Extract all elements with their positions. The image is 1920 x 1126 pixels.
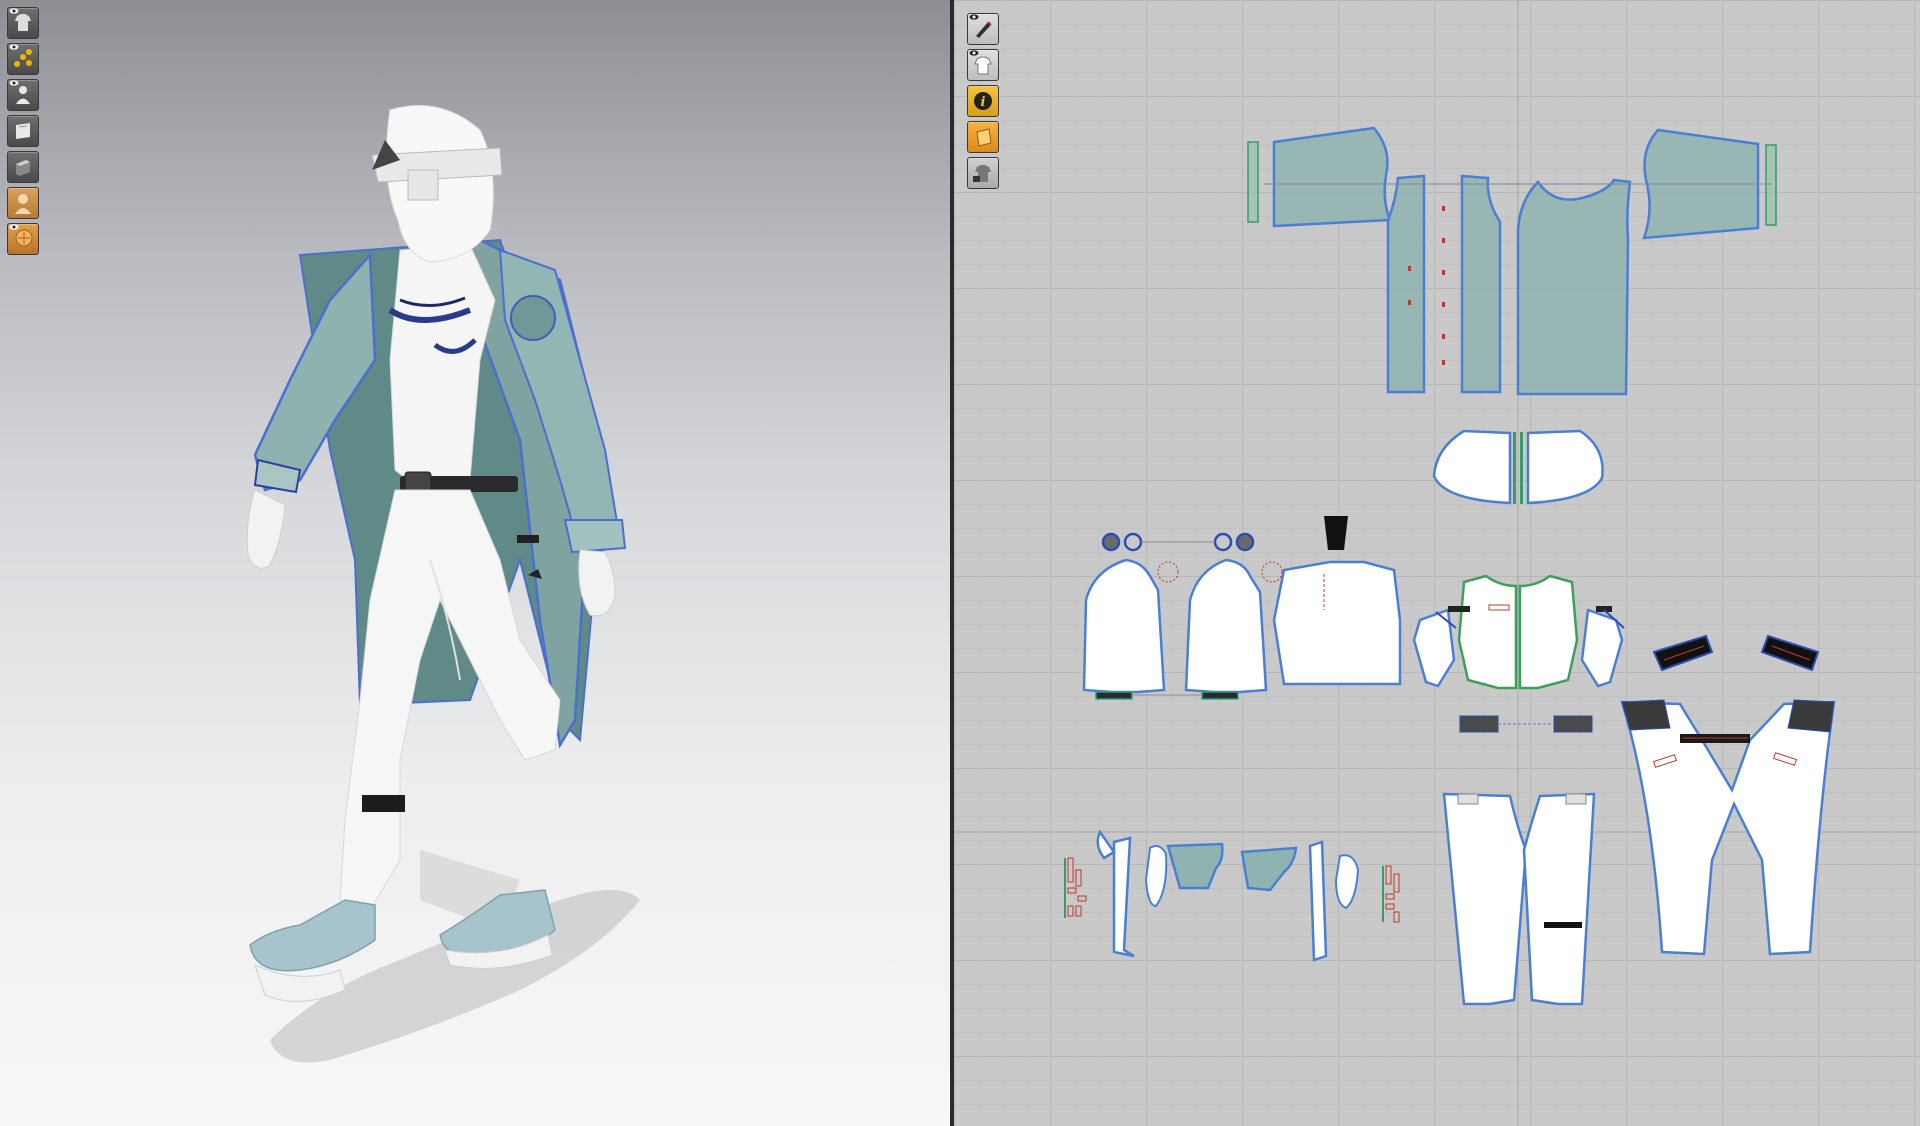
pattern-pieces-2d (954, 0, 1920, 1126)
show-garment-2d-icon[interactable] (967, 49, 999, 81)
thickness-render-icon[interactable] (7, 151, 39, 183)
info-icon[interactable]: i (967, 85, 999, 117)
locked-garment-icon[interactable] (967, 157, 999, 189)
pattern-edit-icon[interactable] (967, 13, 999, 45)
svg-text:i: i (981, 95, 986, 110)
avatar-skin-texture-icon[interactable] (7, 223, 39, 255)
garment-visibility-icon[interactable] (7, 7, 39, 39)
fabric-texture-icon[interactable] (7, 115, 39, 147)
fabric-color-icon[interactable] (967, 121, 999, 153)
avatar-display-icon[interactable] (7, 187, 39, 219)
viewport-2d-toolbar: i (967, 13, 999, 189)
app-window: i (0, 0, 1920, 1126)
avatar-3d-render (246, 105, 640, 1063)
avatar-visibility-icon[interactable] (7, 79, 39, 111)
viewport-3d[interactable] (0, 0, 950, 1126)
arrangement-points-icon[interactable] (7, 43, 39, 75)
viewport-3d-toolbar (7, 7, 39, 255)
viewport-2d-pattern[interactable]: i (954, 0, 1920, 1126)
